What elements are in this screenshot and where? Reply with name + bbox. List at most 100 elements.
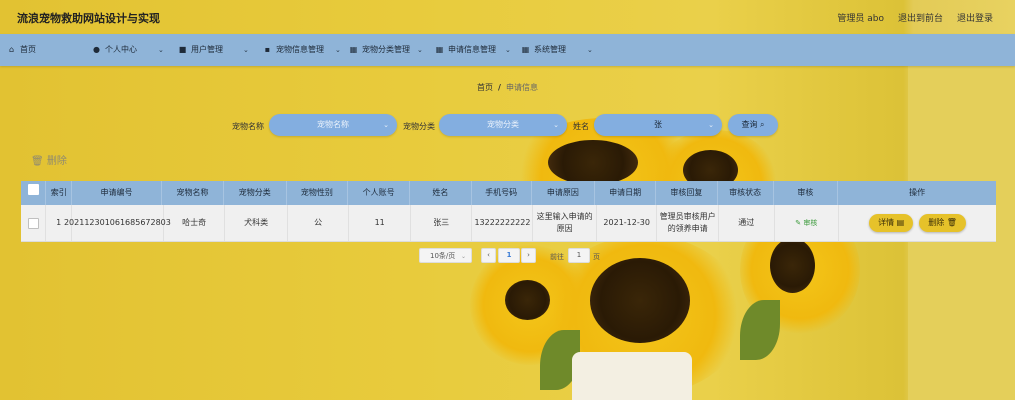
pet-category-select[interactable]: 宠物分类 ⌄ <box>439 114 567 136</box>
search-icon: ⌕ <box>760 120 765 129</box>
page-size-select[interactable]: 10条/页 ⌄ <box>419 248 472 263</box>
breadcrumb-home[interactable]: 首页 <box>477 83 493 92</box>
next-page-button[interactable]: › <box>521 248 536 263</box>
audit-link[interactable]: ✎ 审核 <box>795 217 817 229</box>
select-all-checkbox[interactable] <box>27 184 39 195</box>
nav-item-pet-info-management[interactable]: ▪ 宠物信息管理 ⌄ <box>263 34 343 66</box>
breadcrumb-current: 申请信息 <box>505 83 538 92</box>
cell-audit: ✎ 审核 <box>775 205 840 241</box>
chevron-right-icon: › <box>527 251 530 259</box>
select-all-cell <box>21 181 47 205</box>
prev-page-button[interactable]: ‹ <box>481 248 496 263</box>
nav-item-user-management[interactable]: ■ 用户管理 ⌄ <box>178 34 253 66</box>
cell-pet-gender: 公 <box>288 205 350 241</box>
nav-item-pet-category-management[interactable]: ▦ 宠物分类管理 ⌄ <box>349 34 429 66</box>
chevron-down-icon: ⌄ <box>505 46 511 54</box>
detail-label: 详情 <box>878 218 895 227</box>
chevron-down-icon: ⌄ <box>587 46 593 54</box>
cell-pet-name: 哈士奇 <box>164 205 226 241</box>
chevron-down-icon: ⌄ <box>460 253 466 260</box>
chevron-left-icon: ‹ <box>487 251 490 259</box>
page-size-value: 10条/页 <box>430 252 456 260</box>
surname-input[interactable]: 张 ⌄ <box>594 114 722 136</box>
chevron-down-icon: ⌄ <box>243 46 249 54</box>
header-cell: 姓名 <box>410 181 472 205</box>
nav-item-home[interactable]: ⌂ 首页 <box>7 34 36 66</box>
delete-label: 删除 <box>46 156 67 167</box>
query-label: 查询 <box>741 120 758 129</box>
header-cell: 审核状态 <box>718 181 774 205</box>
chevron-down-icon: ⌄ <box>383 121 389 129</box>
app-title: 流浪宠物救助网站设计与实现 <box>17 12 160 25</box>
top-bar: 流浪宠物救助网站设计与实现 管理员 abo 退出到前台 退出登录 <box>0 0 1015 34</box>
header-cell: 索引 <box>46 181 72 205</box>
logout-link[interactable]: 退出登录 <box>957 11 993 24</box>
header-cell: 审核回复 <box>656 181 718 205</box>
batch-delete-button[interactable]: 🗑 删除 <box>31 152 67 167</box>
cell-name: 张三 <box>411 205 473 241</box>
row-checkbox[interactable] <box>27 217 39 229</box>
header-cell: 宠物分类 <box>224 181 287 205</box>
header-cell: 申请编号 <box>72 181 163 205</box>
header-cell: 个人账号 <box>348 181 411 205</box>
breadcrumb-separator: / <box>498 83 501 92</box>
leaf-decoration <box>740 300 780 360</box>
nav-item-label: 申请信息管理 <box>448 45 496 54</box>
header-cell: 手机号码 <box>472 181 532 205</box>
grid-icon: ▦ <box>435 45 444 54</box>
header-cell: 操作 <box>909 188 926 197</box>
nav-item-application-management[interactable]: ▦ 申请信息管理 ⌄ <box>435 34 515 66</box>
chevron-down-icon: ⌄ <box>417 46 423 54</box>
admin-user-label[interactable]: 管理员 abo <box>837 11 884 24</box>
applications-table: 索引 申请编号 宠物名称 宠物分类 宠物性别 个人账号 姓名 手机号码 申请原因… <box>21 181 996 242</box>
trash-icon: 🗑 <box>946 218 957 227</box>
user-icon: ● <box>93 45 100 54</box>
delete-row-button[interactable]: 删除 🗑 <box>919 214 966 232</box>
sunflower-center <box>590 258 690 343</box>
main-nav: ⌂ 首页 ● 个人中心 ⌄ ■ 用户管理 ⌄ ▪ 宠物信息管理 ⌄ ▦ 宠物分类管理 ⌄ … <box>0 34 1015 66</box>
sunflower-center <box>770 238 815 293</box>
nav-item-label: 首页 <box>20 45 36 54</box>
header-cell: 申请日期 <box>595 181 656 205</box>
cell-application-code: 202112301061685672803 <box>64 205 171 241</box>
breadcrumb: 首页 / 申请信息 <box>0 82 1015 93</box>
goto-label: 前往 <box>550 253 564 261</box>
nav-item-system-management[interactable]: ▦ 系统管理 ⌄ <box>521 34 596 66</box>
document-icon: ▤ <box>896 218 905 227</box>
briefcase-icon: ■ <box>178 45 187 54</box>
cell-account: 11 <box>349 205 411 241</box>
nav-item-label: 宠物信息管理 <box>276 45 324 54</box>
grid-icon: ▦ <box>349 45 358 54</box>
nav-item-personal-center[interactable]: ● 个人中心 ⌄ <box>92 34 167 66</box>
pet-name-input[interactable]: 宠物名称 ⌄ <box>269 114 397 136</box>
grid-icon: ▦ <box>521 45 530 54</box>
nav-item-label: 个人中心 <box>105 45 137 54</box>
header-cell: 宠物性别 <box>287 181 349 205</box>
cell-reason: 这里输入申请的原因 <box>533 205 597 241</box>
surname-value: 张 <box>654 120 662 129</box>
exit-to-front-link[interactable]: 退出到前台 <box>898 11 943 24</box>
query-button[interactable]: 查询 ⌕ <box>728 114 778 136</box>
detail-button[interactable]: 详情 ▤ <box>869 214 914 232</box>
cell-status: 通过 <box>719 205 775 241</box>
table-header: 索引 申请编号 宠物名称 宠物分类 宠物性别 个人账号 姓名 手机号码 申请原因… <box>21 181 996 205</box>
vase-decoration <box>572 352 692 400</box>
page-suffix-label: 页 <box>593 253 600 261</box>
chevron-down-icon: ⌄ <box>708 121 714 129</box>
chevron-down-icon: ⌄ <box>553 121 559 129</box>
chevron-down-icon: ⌄ <box>158 46 164 54</box>
pet-name-label: 宠物名称 <box>232 122 264 131</box>
goto-page-input[interactable]: 1 <box>568 248 590 263</box>
pet-name-placeholder: 宠物名称 <box>317 120 349 129</box>
page-number-current[interactable]: 1 <box>498 248 520 263</box>
header-cell: 宠物名称 <box>162 181 224 205</box>
top-links: 管理员 abo 退出到前台 退出登录 <box>837 11 993 24</box>
nav-item-label: 用户管理 <box>191 45 223 54</box>
cell-phone: 13222222222 <box>472 205 534 241</box>
sunflower-center <box>548 140 638 185</box>
cell-actions: 详情 ▤ 删除 🗑 <box>839 205 996 241</box>
row-select-cell <box>21 205 47 241</box>
table-row: 1 202112301061685672803 哈士奇 犬科类 公 11 张三 … <box>21 205 996 242</box>
cell-pet-category: 犬科类 <box>225 205 288 241</box>
home-icon: ⌂ <box>8 45 15 54</box>
